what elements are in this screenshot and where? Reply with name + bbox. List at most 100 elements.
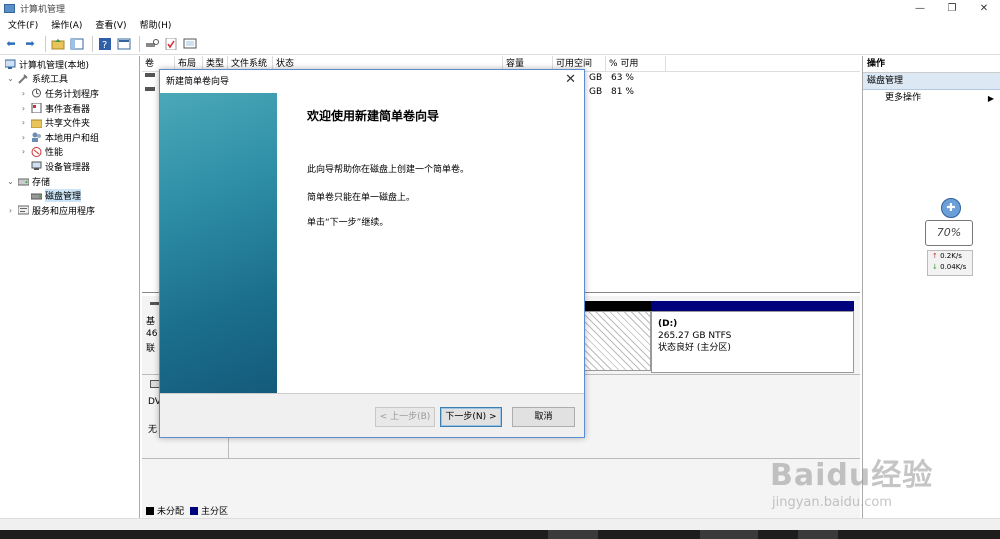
disk-label-line: 联 bbox=[146, 344, 156, 354]
tree-item-storage[interactable]: ⌄ 存储 bbox=[0, 174, 139, 189]
tree-item-system-tools[interactable]: ⌄ 系统工具 bbox=[0, 72, 139, 87]
speed-panel: ↑ 0.2K/s ↓ 0.04K/s bbox=[927, 250, 973, 276]
wizard-banner-image bbox=[160, 93, 277, 393]
wizard-text-2: 简单卷只能在单一磁盘上。 bbox=[307, 193, 416, 203]
taskbar-button[interactable] bbox=[700, 530, 758, 539]
chevron-right-icon: ▶ bbox=[987, 94, 994, 103]
shared-folders-icon bbox=[31, 118, 42, 128]
volume-row-icon[interactable] bbox=[145, 87, 155, 91]
back-arrow-icon[interactable]: ⬅ bbox=[3, 36, 19, 52]
tree-item-label: 性能 bbox=[45, 148, 64, 159]
menu-help[interactable]: 帮助(H) bbox=[140, 18, 172, 31]
tree-item-event-viewer[interactable]: › 事件查看器 bbox=[0, 101, 139, 116]
menu-view[interactable]: 查看(V) bbox=[95, 18, 126, 31]
tree-item-label: 存储 bbox=[32, 177, 51, 188]
partition-bar-primary bbox=[651, 301, 854, 311]
collapsed-arrow-icon[interactable]: › bbox=[19, 104, 28, 113]
window-title: 计算机管理 bbox=[20, 4, 66, 15]
partition-selected-hatch[interactable] bbox=[576, 311, 651, 371]
disk-label: 基 46 联 bbox=[146, 314, 157, 354]
partition-status: 状态良好 (主分区) bbox=[658, 343, 731, 353]
collapsed-arrow-icon[interactable]: › bbox=[19, 147, 28, 156]
console-tree-icon[interactable] bbox=[69, 36, 85, 52]
tree-item-device-manager[interactable]: 设备管理器 bbox=[0, 159, 139, 174]
dialog-body: 欢迎使用新建简单卷向导 此向导帮助你在磁盘上创建一个简单卷。 简单卷只能在单一磁… bbox=[160, 90, 584, 393]
volume-percent-free: 63 % bbox=[611, 73, 634, 83]
display-icon[interactable] bbox=[182, 36, 198, 52]
next-button[interactable]: 下一步(N) > bbox=[440, 407, 502, 427]
taskbar-button[interactable] bbox=[548, 530, 598, 539]
properties-icon[interactable] bbox=[116, 36, 132, 52]
back-button[interactable]: < 上一步(B) bbox=[375, 407, 435, 427]
taskbar bbox=[0, 530, 1000, 539]
download-speed: 0.04K/s bbox=[940, 263, 967, 271]
partition-size: 265.27 GB NTFS bbox=[658, 331, 732, 341]
disk-label-line: 基 bbox=[146, 317, 156, 327]
volume-row-icon[interactable] bbox=[145, 73, 155, 77]
forward-arrow-icon[interactable]: ➡ bbox=[22, 36, 38, 52]
restore-button[interactable]: ❐ bbox=[936, 0, 968, 16]
cancel-button[interactable]: 取消 bbox=[512, 407, 575, 427]
volume-percent-free: 81 % bbox=[611, 87, 634, 97]
checklist-icon[interactable] bbox=[163, 36, 179, 52]
minimize-button[interactable]: — bbox=[904, 0, 936, 16]
download-arrow-icon: ↓ bbox=[932, 263, 938, 271]
tree-item-task-scheduler[interactable]: › 任务计划程序 bbox=[0, 86, 139, 101]
partition-d[interactable]: (D:) 265.27 GB NTFS 状态良好 (主分区) bbox=[651, 311, 854, 373]
cdrom-label-media: 无 bbox=[148, 425, 158, 435]
tree-item-label: 事件查看器 bbox=[45, 104, 91, 115]
collapsed-arrow-icon[interactable]: › bbox=[19, 133, 28, 142]
disk-row-divider bbox=[142, 458, 860, 459]
collapsed-arrow-icon[interactable]: › bbox=[6, 206, 15, 215]
legend-swatch-unallocated bbox=[146, 506, 154, 515]
collapsed-arrow-icon[interactable]: › bbox=[19, 118, 28, 127]
collapsed-arrow-icon[interactable]: › bbox=[19, 89, 28, 98]
tree-item-label: 服务和应用程序 bbox=[32, 206, 96, 217]
wizard-heading: 欢迎使用新建简单卷向导 bbox=[307, 109, 440, 123]
expanded-arrow-icon[interactable]: ⌄ bbox=[6, 177, 15, 186]
tree-item-label: 设备管理器 bbox=[45, 162, 91, 173]
status-bar bbox=[0, 518, 1000, 530]
device-manager-icon bbox=[31, 161, 42, 171]
tree-item-label: 任务计划程序 bbox=[45, 89, 100, 100]
partition-name: (D:) bbox=[658, 319, 678, 329]
local-users-icon bbox=[31, 132, 42, 143]
usage-percent: 70% bbox=[925, 220, 973, 246]
tree-item-disk-management[interactable]: 磁盘管理 bbox=[0, 188, 139, 203]
actions-pane: 操作 磁盘管理 更多操作 ▶ bbox=[862, 56, 1000, 518]
tree-item-shared-folders[interactable]: › 共享文件夹 bbox=[0, 115, 139, 130]
more-actions-item[interactable]: 更多操作 ▶ bbox=[863, 90, 1000, 107]
performance-icon bbox=[31, 146, 42, 157]
tree-item-label: 计算机管理(本地) bbox=[19, 60, 90, 71]
actions-header: 操作 bbox=[863, 56, 1000, 73]
disk-management-icon bbox=[31, 191, 42, 201]
up-folder-icon[interactable] bbox=[50, 36, 66, 52]
tree-item-label: 磁盘管理 bbox=[45, 189, 82, 203]
network-monitor-widget[interactable]: ✚ 70% ↑ 0.2K/s ↓ 0.04K/s bbox=[921, 198, 977, 280]
wizard-text-3: 单击“下一步”继续。 bbox=[307, 218, 389, 228]
menu-bar: 文件(F) 操作(A) 查看(V) 帮助(H) bbox=[0, 16, 1000, 33]
computer-management-icon bbox=[5, 59, 16, 70]
column-header-percent-free[interactable]: % 可用 bbox=[606, 56, 666, 72]
tree-item-performance[interactable]: › 性能 bbox=[0, 145, 139, 160]
system-tools-icon bbox=[18, 74, 29, 84]
actions-section-disk-management[interactable]: 磁盘管理 bbox=[863, 73, 1000, 90]
menu-file[interactable]: 文件(F) bbox=[8, 18, 38, 31]
help-icon[interactable]: ? bbox=[97, 36, 113, 52]
taskbar-button[interactable] bbox=[798, 530, 838, 539]
volume-free-unit: GB bbox=[589, 73, 603, 83]
close-icon[interactable]: ✕ bbox=[565, 72, 576, 87]
menu-action[interactable]: 操作(A) bbox=[51, 18, 82, 31]
disk-key-icon[interactable] bbox=[144, 36, 160, 52]
legend-swatch-primary bbox=[190, 506, 199, 515]
volume-free-unit: GB bbox=[589, 87, 603, 97]
tree-item-computer-management[interactable]: 计算机管理(本地) bbox=[0, 57, 139, 72]
console-tree: 计算机管理(本地) ⌄ 系统工具 › 任务计划程序 › 事件查看器 › 共享文件… bbox=[0, 56, 140, 518]
toolbar: ⬅ ➡ ? bbox=[0, 33, 1000, 55]
close-button[interactable]: ✕ bbox=[968, 0, 1000, 16]
expanded-arrow-icon[interactable]: ⌄ bbox=[6, 74, 15, 83]
toolbar-separator bbox=[45, 35, 46, 52]
task-scheduler-icon bbox=[31, 88, 42, 98]
tree-item-services[interactable]: › 服务和应用程序 bbox=[0, 203, 139, 218]
tree-item-local-users[interactable]: › 本地用户和组 bbox=[0, 130, 139, 145]
